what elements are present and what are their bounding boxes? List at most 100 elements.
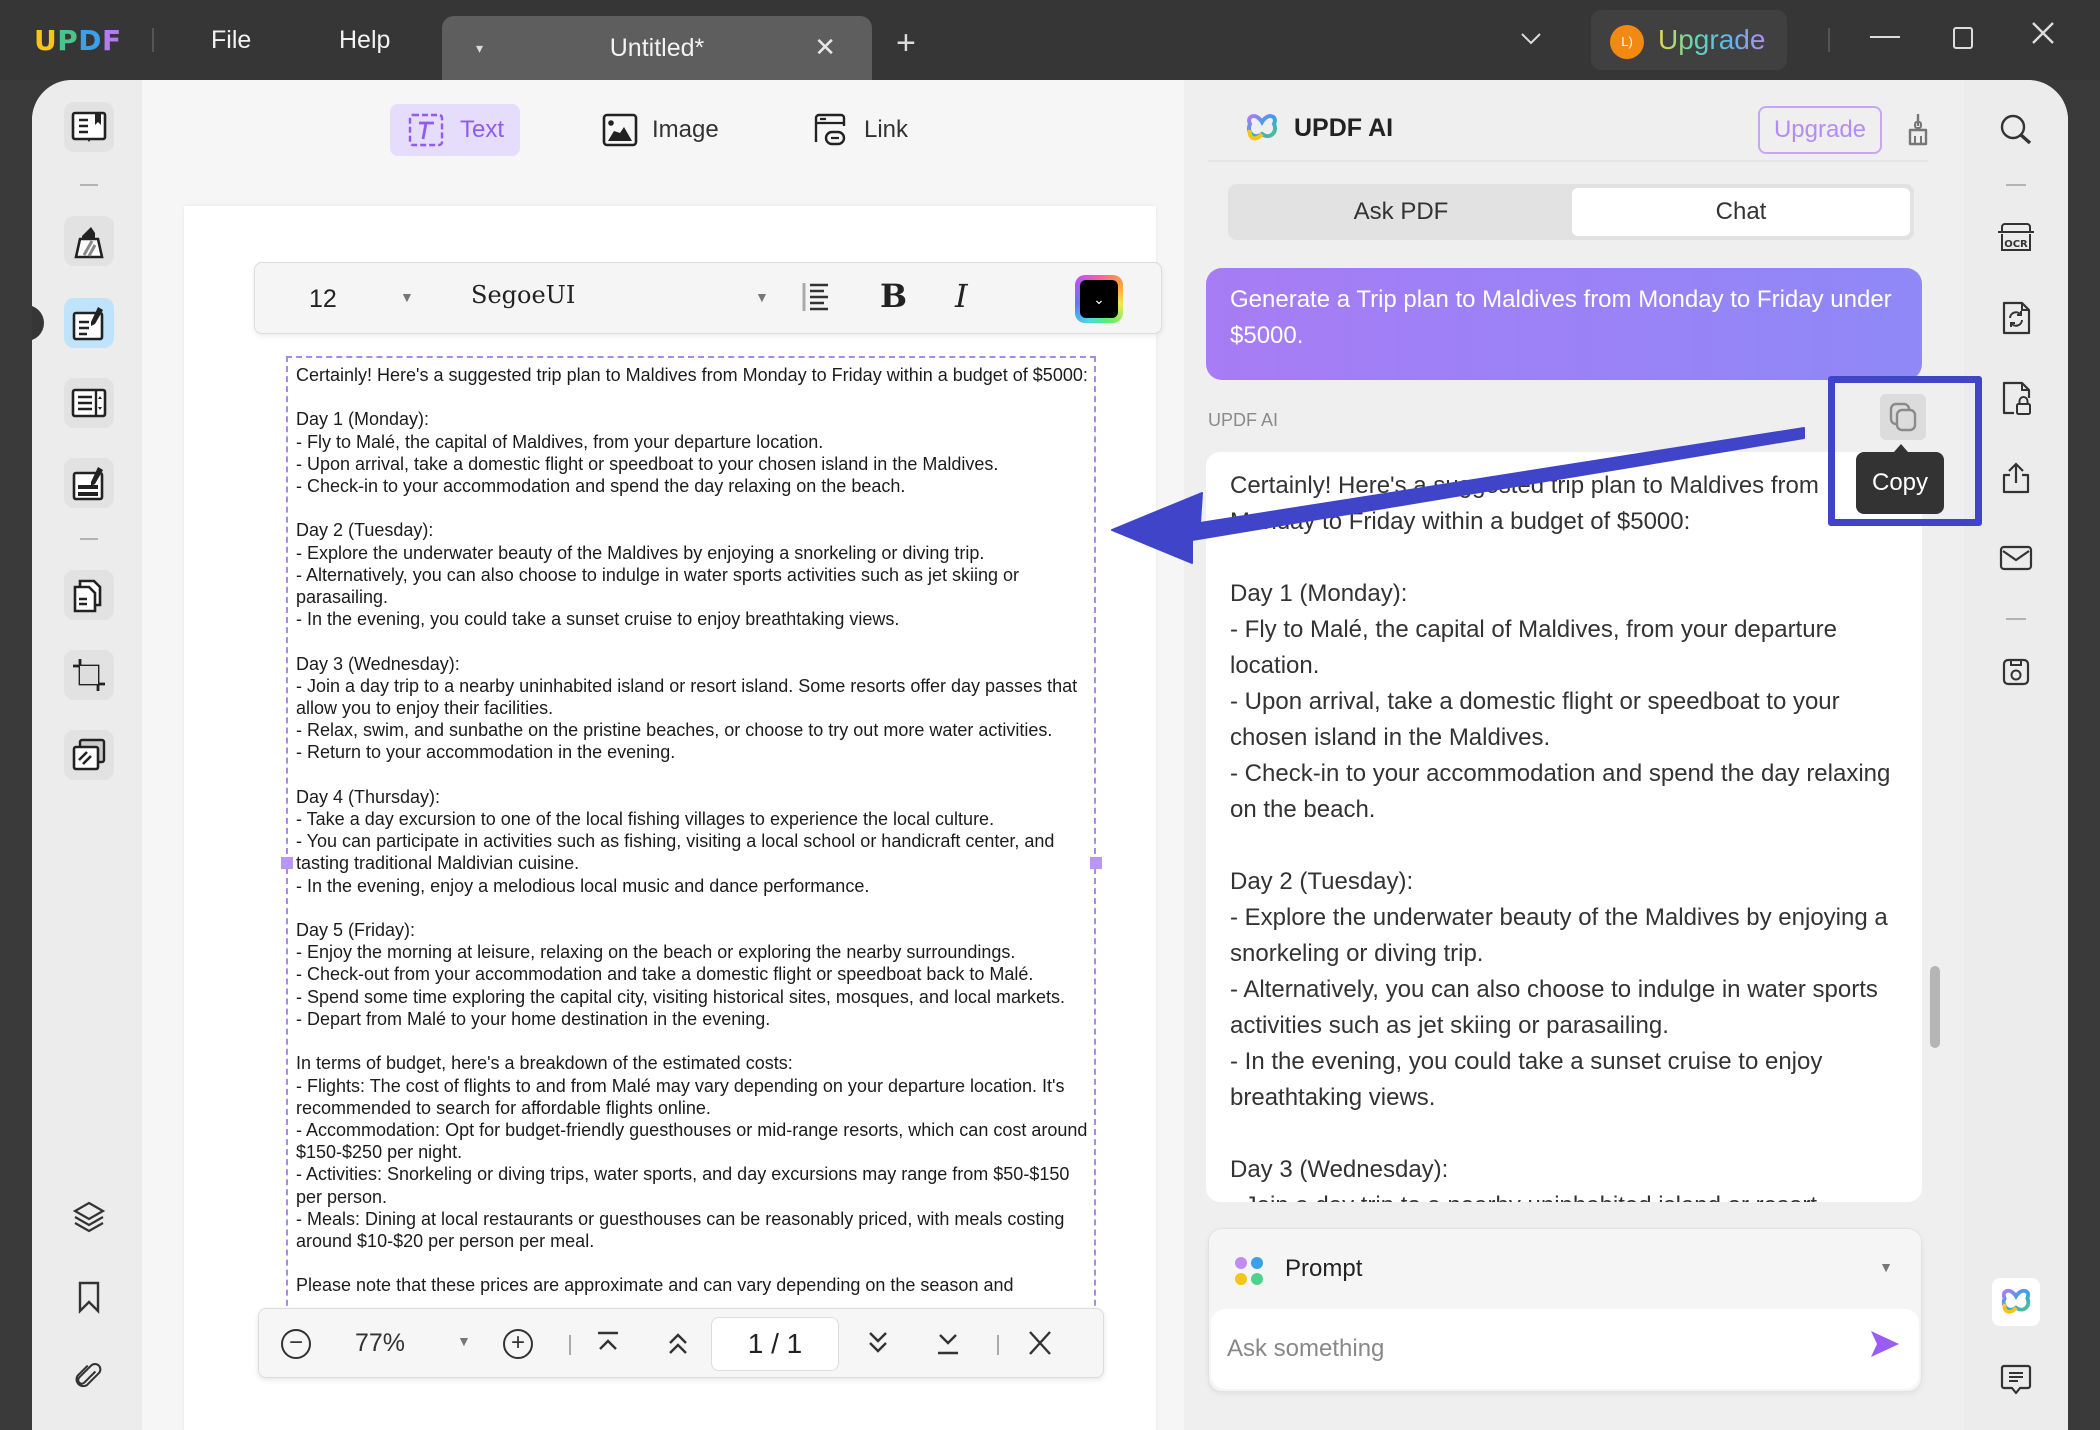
selected-text-box[interactable]: Certainly! Here's a suggested trip plan … (286, 356, 1096, 1376)
edit-image-mode-button[interactable]: Image (586, 104, 735, 156)
divider (569, 1335, 571, 1355)
new-tab-button[interactable]: + (896, 26, 916, 60)
save-button[interactable] (1996, 652, 2036, 692)
mail-icon (1999, 545, 2033, 571)
edit-image-label: Image (652, 116, 719, 143)
zoom-in-button[interactable]: + (503, 1329, 533, 1359)
reader-mode-button[interactable] (64, 102, 114, 152)
left-sidebar (32, 80, 142, 1430)
close-tab-icon[interactable]: ✕ (814, 32, 836, 63)
share-icon (2002, 462, 2030, 494)
image-icon (602, 113, 638, 147)
tab-chat[interactable]: Chat (1572, 188, 1910, 236)
share-button[interactable] (1996, 458, 2036, 498)
comments-button[interactable] (1996, 1360, 2036, 1400)
updf-ai-button[interactable] (1992, 1278, 2040, 1326)
ocr-button[interactable]: OCR (1996, 218, 2036, 258)
send-icon (1871, 1331, 1899, 1357)
zoom-out-button[interactable]: − (281, 1329, 311, 1359)
maximize-button[interactable] (1953, 27, 1973, 49)
updf-ai-logo-icon (1247, 114, 1277, 141)
clear-chat-button[interactable] (1906, 112, 1930, 153)
menu-help[interactable]: Help (339, 26, 390, 55)
document-tab[interactable]: ▾ Untitled* ✕ (442, 16, 872, 80)
save-icon (2002, 658, 2030, 686)
upgrade-label: Upgrade (1658, 24, 1766, 55)
last-page-icon[interactable] (935, 1329, 961, 1364)
bold-button[interactable]: B (880, 277, 907, 315)
send-button[interactable] (1869, 1329, 1901, 1364)
ai-upgrade-button[interactable]: Upgrade (1758, 106, 1882, 154)
search-button[interactable] (1996, 110, 2036, 150)
edit-link-mode-button[interactable]: Link (796, 104, 924, 156)
resize-handle-left[interactable] (281, 857, 293, 869)
zoom-dropdown-icon[interactable]: ▼ (457, 1333, 471, 1349)
broom-icon (1908, 114, 1928, 146)
account-upgrade-button[interactable]: L) Upgrade (1591, 10, 1787, 70)
page-number-input[interactable]: 1 / 1 (711, 1317, 839, 1371)
prompt-dropdown-icon[interactable]: ▼ (1879, 1259, 1893, 1275)
link-icon (814, 113, 846, 146)
crop-pages-button[interactable] (64, 650, 114, 700)
redact-button[interactable] (64, 730, 114, 780)
divider (80, 538, 98, 540)
highlighter-icon (74, 227, 104, 259)
user-avatar: L) (1610, 25, 1644, 59)
chat-input-card: Prompt ▼ (1208, 1228, 1922, 1392)
edit-mode-button[interactable] (64, 298, 114, 348)
font-family-dropdown-icon[interactable]: ▼ (755, 289, 769, 305)
email-button[interactable] (1996, 538, 2036, 578)
title-bar: UPDF File Help ▾ Untitled* ✕ + L) Upgrad… (0, 0, 2100, 80)
font-size-dropdown-icon[interactable]: ▼ (400, 289, 414, 305)
divider (1208, 160, 1928, 162)
chevron-down-icon: ⌄ (1080, 280, 1118, 318)
zoom-level[interactable]: 77% (355, 1329, 405, 1358)
protect-button[interactable] (1996, 378, 2036, 418)
tab-ask-pdf[interactable]: Ask PDF (1232, 188, 1570, 236)
prompt-selector[interactable]: Prompt ▼ (1209, 1229, 1921, 1309)
comment-mode-button[interactable] (64, 216, 114, 266)
layers-button[interactable] (64, 1192, 114, 1242)
chat-scrollbar[interactable] (1930, 966, 1940, 1048)
organize-pages-button[interactable] (64, 570, 114, 620)
first-page-icon[interactable] (595, 1329, 621, 1364)
search-icon (2000, 114, 2032, 145)
attachments-button[interactable] (64, 1352, 114, 1402)
next-page-icon[interactable] (865, 1329, 891, 1364)
bookmarks-button[interactable] (64, 1272, 114, 1322)
document-tab-title: Untitled* (609, 34, 705, 62)
app-window: Text Image Link 12 ▼ SegoeUI ▼ B I ⌄ Cer… (32, 80, 2068, 1430)
fill-sign-button[interactable] (64, 458, 114, 508)
edit-text-mode-button[interactable]: Text (390, 104, 521, 156)
updf-ai-logo-icon (2001, 1288, 2031, 1314)
crop-icon (73, 659, 105, 691)
form-mode-button[interactable] (64, 378, 114, 428)
divider (152, 28, 154, 52)
align-left-icon[interactable] (801, 281, 831, 318)
convert-button[interactable] (1996, 298, 2036, 338)
prompt-icon (1235, 1257, 1265, 1287)
close-window-button[interactable] (2030, 20, 2056, 54)
edit-text-label: Text (460, 116, 505, 143)
ask-input[interactable] (1211, 1309, 1919, 1389)
divider (2006, 184, 2026, 186)
tabs-dropdown-icon[interactable] (1520, 26, 1542, 52)
lock-file-icon (2002, 381, 2031, 415)
divider (1828, 28, 1830, 52)
resize-handle-right[interactable] (1090, 857, 1102, 869)
ocr-icon: OCR (1998, 223, 2034, 251)
convert-file-icon (2002, 301, 2031, 335)
book-open-icon (71, 111, 107, 142)
previous-page-icon[interactable] (665, 1329, 691, 1364)
italic-button[interactable]: I (955, 277, 968, 315)
text-color-picker[interactable]: ⌄ (1075, 275, 1123, 323)
close-navigation-icon[interactable] (1027, 1329, 1053, 1364)
annotation-highlight-box (1828, 376, 1982, 526)
text-format-toolbar: 12 ▼ SegoeUI ▼ B I ⌄ (254, 262, 1162, 334)
prompt-label: Prompt (1285, 1255, 1363, 1282)
font-size-select[interactable]: 12 (309, 285, 337, 314)
menu-file[interactable]: File (211, 26, 251, 55)
redact-icon (72, 738, 106, 771)
minimize-button[interactable] (1870, 36, 1900, 38)
font-family-select[interactable]: SegoeUI (471, 281, 575, 309)
